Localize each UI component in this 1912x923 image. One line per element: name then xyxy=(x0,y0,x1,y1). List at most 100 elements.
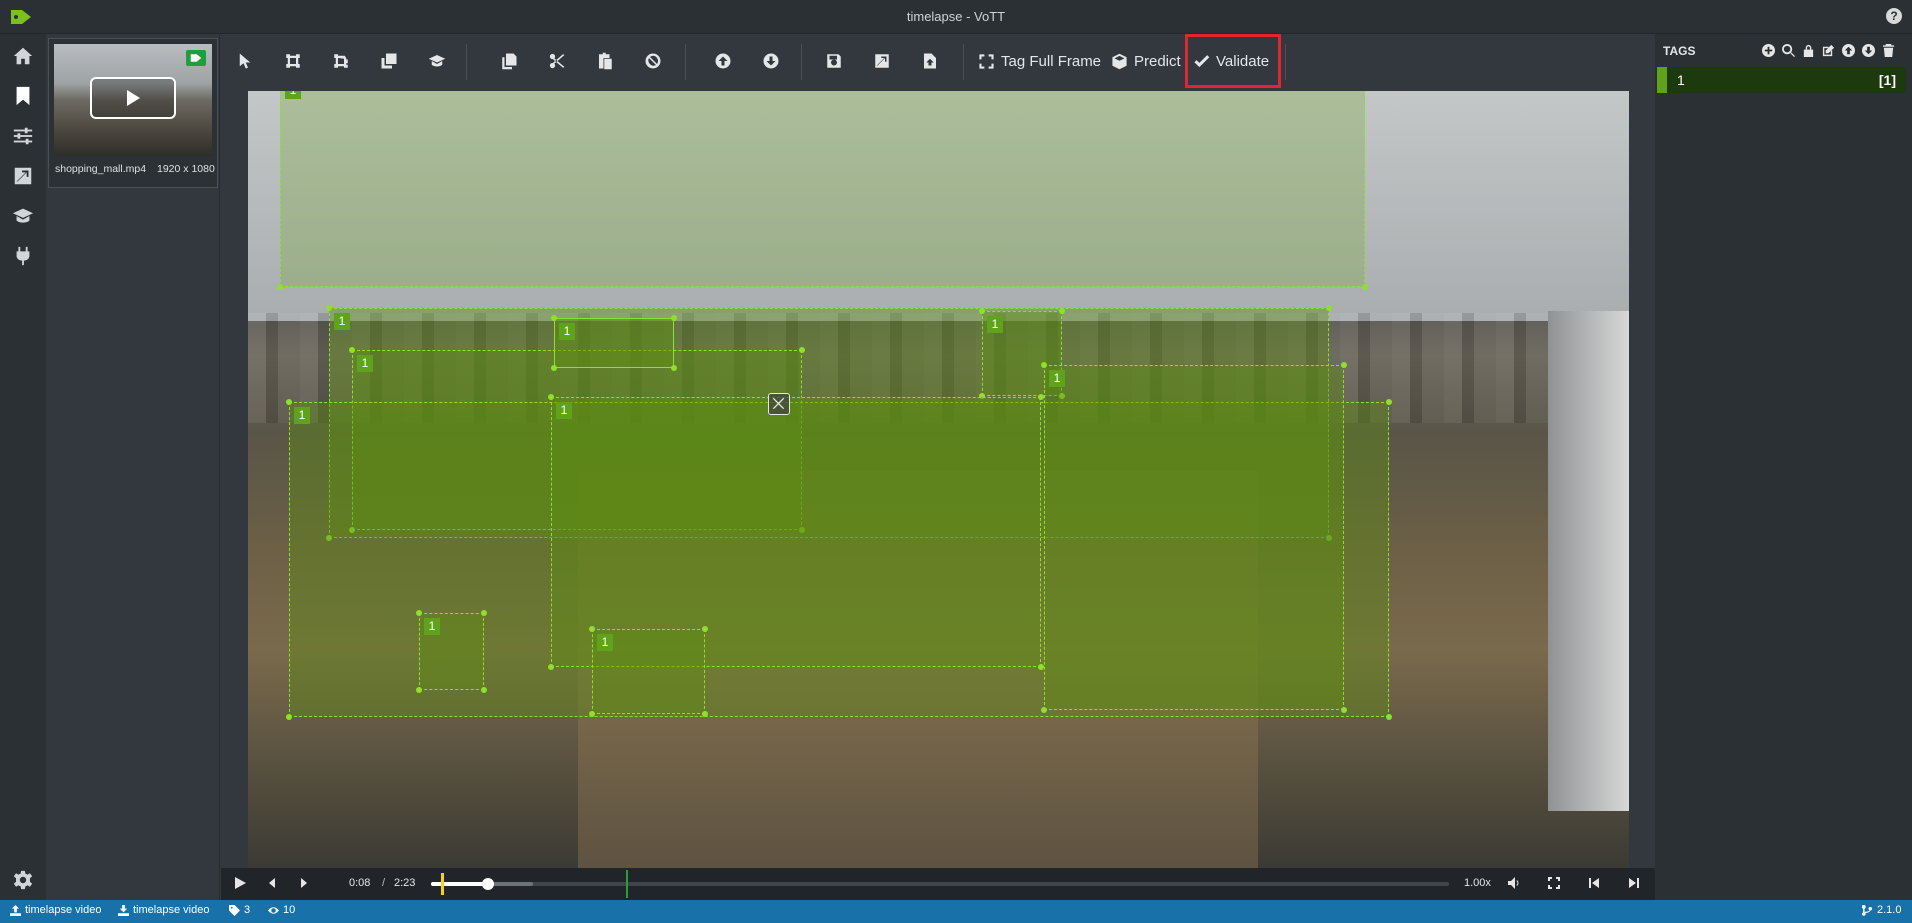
next-asset-button[interactable] xyxy=(755,46,787,76)
draw-polygon-button[interactable] xyxy=(325,46,357,76)
previous-frame-button[interactable] xyxy=(265,876,281,892)
cut-regions-button[interactable] xyxy=(541,46,573,76)
region-resize-handle[interactable] xyxy=(589,626,595,632)
search-tags-button[interactable] xyxy=(1782,44,1796,58)
asset-preview-image xyxy=(54,44,212,156)
region-resize-handle[interactable] xyxy=(1386,714,1392,720)
help-button[interactable]: ? xyxy=(1886,8,1902,24)
region-resize-handle[interactable] xyxy=(277,284,283,290)
region-tag-label: 1 xyxy=(294,407,310,424)
source-connection[interactable]: timelapse video xyxy=(10,904,101,916)
region-resize-handle[interactable] xyxy=(1041,362,1047,368)
window-title: timelapse - VoTT xyxy=(906,9,1006,24)
sliders-icon xyxy=(13,127,33,145)
region-resize-handle[interactable] xyxy=(702,626,708,632)
region-resize-handle[interactable] xyxy=(551,365,557,371)
region-resize-handle[interactable] xyxy=(1341,707,1347,713)
tagged-region[interactable]: 1 xyxy=(277,91,1368,290)
select-tool-button[interactable] xyxy=(229,46,261,76)
region-resize-handle[interactable] xyxy=(548,664,554,670)
fullscreen-button[interactable] xyxy=(1547,876,1563,892)
copy-rectangle-button[interactable] xyxy=(373,46,405,76)
tagged-region[interactable]: 1 xyxy=(1041,362,1347,713)
home-button[interactable] xyxy=(0,36,46,76)
tagged-region[interactable]: 1 xyxy=(589,626,708,717)
seek-handle[interactable] xyxy=(482,878,494,890)
region-resize-handle[interactable] xyxy=(1059,308,1065,314)
region-resize-handle[interactable] xyxy=(589,711,595,717)
region-resize-handle[interactable] xyxy=(349,347,355,353)
play-button[interactable] xyxy=(233,876,249,892)
region-resize-handle[interactable] xyxy=(1386,399,1392,405)
delete-region-icon[interactable] xyxy=(768,393,790,415)
tagged-region[interactable]: 1 xyxy=(416,610,487,693)
edit-tag-button[interactable] xyxy=(1822,44,1836,58)
active-learning-button[interactable] xyxy=(0,196,46,236)
export-file-button[interactable] xyxy=(914,46,946,76)
target-connection[interactable]: timelapse video xyxy=(118,904,209,916)
region-resize-handle[interactable] xyxy=(548,394,554,400)
volume-icon xyxy=(1508,877,1519,889)
next-frame-button[interactable] xyxy=(297,876,313,892)
export-project-button[interactable] xyxy=(866,46,898,76)
region-resize-handle[interactable] xyxy=(1041,707,1047,713)
tag-full-frame-button[interactable]: Tag Full Frame xyxy=(978,46,1101,76)
region-resize-handle[interactable] xyxy=(1326,305,1332,311)
arrow-circle-up-icon xyxy=(715,53,731,69)
region-resize-handle[interactable] xyxy=(416,610,422,616)
region-resize-handle[interactable] xyxy=(551,315,557,321)
tag-item[interactable]: 1 [1] xyxy=(1657,67,1906,93)
toolbar-divider xyxy=(801,44,802,80)
region-resize-handle[interactable] xyxy=(671,315,677,321)
editor-canvas[interactable]: 1 1 1 1 1 1 1 1 1 1 xyxy=(248,91,1629,868)
lock-tag-button[interactable] xyxy=(1802,44,1816,58)
plug-icon xyxy=(16,246,30,266)
move-tag-down-button[interactable] xyxy=(1862,44,1876,58)
tagged-assets-count: 3 xyxy=(229,904,250,916)
copy-regions-button[interactable] xyxy=(493,46,525,76)
asset-filename: shopping_mall.mp4 xyxy=(55,163,147,175)
trash-icon xyxy=(1882,44,1895,57)
tag-color-swatch[interactable] xyxy=(1657,67,1667,93)
region-resize-handle[interactable] xyxy=(286,714,292,720)
seek-bar[interactable] xyxy=(431,878,1449,890)
graduation-cap-icon xyxy=(428,55,446,67)
tag-editor-button[interactable] xyxy=(0,76,46,116)
external-link-icon xyxy=(14,167,32,185)
delete-tag-button[interactable] xyxy=(1882,44,1896,58)
region-resize-handle[interactable] xyxy=(481,687,487,693)
export-button[interactable] xyxy=(0,156,46,196)
project-settings-button[interactable] xyxy=(0,116,46,156)
active-learning-tool-button[interactable] xyxy=(421,46,453,76)
region-resize-handle[interactable] xyxy=(799,347,805,353)
playback-rate[interactable]: 1.00x xyxy=(1464,877,1491,889)
app-settings-button[interactable] xyxy=(0,860,46,900)
add-tag-button[interactable] xyxy=(1762,44,1776,58)
region-resize-handle[interactable] xyxy=(286,399,292,405)
region-resize-handle[interactable] xyxy=(702,711,708,717)
predict-button[interactable]: Predict xyxy=(1111,46,1181,76)
draw-rectangle-button[interactable] xyxy=(277,46,309,76)
save-project-button[interactable] xyxy=(818,46,850,76)
paste-regions-button[interactable] xyxy=(589,46,621,76)
volume-button[interactable] xyxy=(1507,876,1523,892)
vott-logo-icon xyxy=(11,10,31,24)
arrow-circle-down-icon xyxy=(1862,44,1875,57)
tagged-region[interactable]: 1 xyxy=(551,315,677,371)
region-resize-handle[interactable] xyxy=(481,610,487,616)
region-resize-handle[interactable] xyxy=(979,308,985,314)
connections-button[interactable] xyxy=(0,236,46,276)
region-resize-handle[interactable] xyxy=(326,305,332,311)
region-resize-handle[interactable] xyxy=(416,687,422,693)
previous-tagged-frame-button[interactable] xyxy=(1587,876,1603,892)
asset-thumbnail[interactable]: shopping_mall.mp4 1920 x 1080 xyxy=(48,38,218,188)
region-resize-handle[interactable] xyxy=(1362,284,1368,290)
region-resize-handle[interactable] xyxy=(1341,362,1347,368)
next-tagged-frame-button[interactable] xyxy=(1627,876,1643,892)
remove-all-regions-button[interactable] xyxy=(637,46,669,76)
previous-asset-button[interactable] xyxy=(707,46,739,76)
validate-button[interactable]: Validate xyxy=(1193,46,1269,76)
region-resize-handle[interactable] xyxy=(671,365,677,371)
move-tag-up-button[interactable] xyxy=(1842,44,1856,58)
tagged-region[interactable]: 1 xyxy=(548,394,1044,670)
